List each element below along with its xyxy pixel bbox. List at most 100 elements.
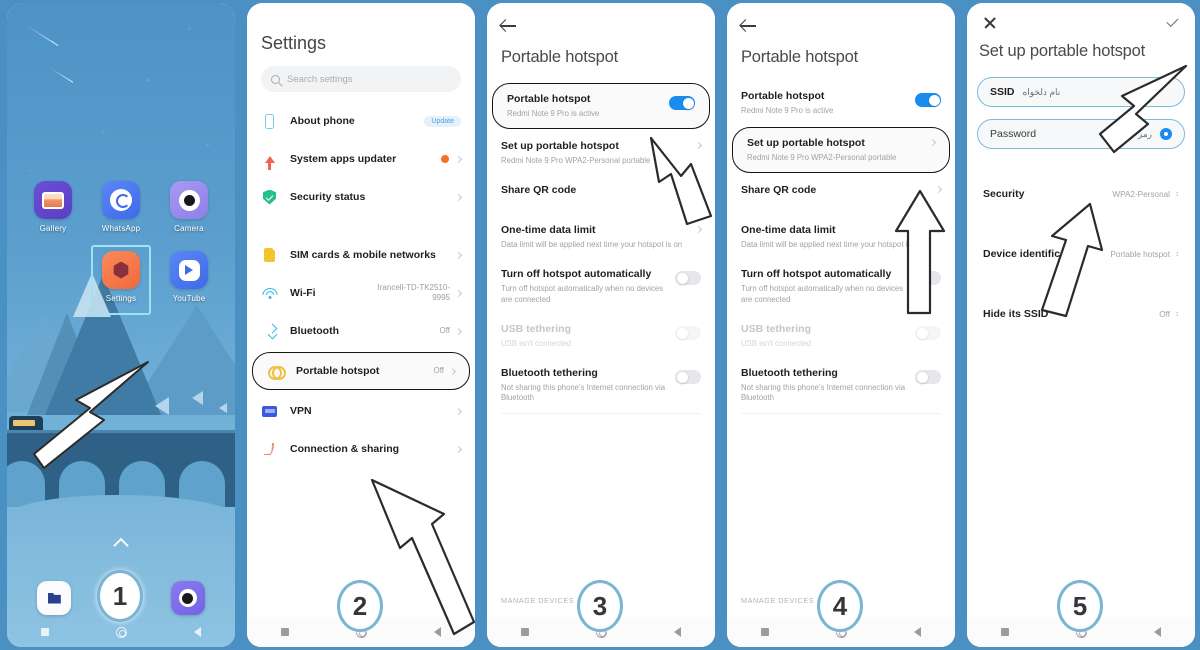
back-icon[interactable] (434, 627, 442, 637)
sidebar-item-wifi[interactable]: Wi-Fi Irancell-TD-TK2510-9995 (247, 274, 475, 312)
device-identification-label: Device identification (983, 248, 1086, 260)
chevron-right-icon (454, 407, 463, 415)
row-hide-its-ssid[interactable]: Hide its SSID Off ↕ (967, 291, 1195, 337)
recents-icon[interactable] (1000, 628, 1009, 636)
back-arrow-icon[interactable] (501, 17, 518, 34)
sidebar-item-portable-hotspot[interactable]: Portable hotspot Off (252, 352, 470, 390)
settings-item-label: Portable hotspot (296, 365, 380, 377)
bluetooth-tethering-toggle[interactable] (675, 370, 701, 385)
security-label: Security (983, 188, 1025, 200)
settings-icon (102, 251, 140, 289)
stepper-icon[interactable]: ↕ (1175, 310, 1179, 318)
ssid-value: نام دلخواه (1022, 86, 1061, 97)
row-security[interactable]: Security WPA2-Personal ↕ (967, 171, 1195, 217)
bird-icon (192, 391, 203, 405)
status-badge: Update (424, 115, 461, 127)
back-icon[interactable] (194, 627, 202, 637)
row-share-qr-code[interactable]: Share QR code (727, 175, 955, 215)
row-subtitle: Redmi Note 9 Pro is active (507, 108, 600, 118)
row-turn-off-hotspot-automatically[interactable]: Turn off hotspot automatically Turn off … (727, 259, 955, 314)
back-icon[interactable] (1154, 627, 1162, 637)
app-icon-settings[interactable]: Settings (87, 251, 155, 303)
row-one-time-data-limit[interactable]: One-time data limit Data limit will be a… (487, 215, 715, 259)
hotspot-toggle[interactable] (915, 93, 941, 107)
home-icon[interactable] (115, 626, 127, 638)
settings-item-label: Bluetooth (290, 325, 339, 337)
row-subtitle: Turn off hotspot automatically when no d… (741, 284, 904, 304)
row-set-up-portable-hotspot[interactable]: Set up portable hotspot Redmi Note 9 Pro… (487, 131, 715, 175)
ssid-label: SSID (990, 86, 1015, 98)
settings-item-value: Off (439, 326, 450, 335)
settings-item-value: Irancell-TD-TK2510-9995 (377, 283, 450, 302)
stepper-icon[interactable]: ↕ (1175, 250, 1179, 258)
back-icon[interactable] (674, 627, 682, 637)
auto-off-toggle[interactable] (675, 271, 701, 286)
step-badge: 1 (97, 570, 143, 622)
usb-tethering-toggle (675, 326, 701, 341)
row-title: Share QR code (501, 184, 577, 197)
row-set-up-portable-hotspot[interactable]: Set up portable hotspot Redmi Note 9 Pro… (732, 127, 950, 174)
page-title: Settings (261, 33, 327, 53)
recents-icon[interactable] (760, 628, 769, 636)
app-icon-whatsapp[interactable]: WhatsApp (87, 181, 155, 233)
password-field[interactable]: Password رمز عبور (977, 119, 1185, 149)
settings-page: Settings Search settings About phone Upd… (247, 3, 475, 647)
close-icon[interactable] (983, 16, 997, 30)
recents-icon[interactable] (40, 628, 49, 636)
sidebar-item-about-phone[interactable]: About phone Update (247, 102, 475, 140)
files-icon[interactable] (37, 581, 72, 615)
row-bluetooth-tethering[interactable]: Bluetooth tethering Not sharing this pho… (487, 358, 715, 413)
auto-off-toggle[interactable] (915, 271, 941, 286)
recents-icon[interactable] (280, 628, 289, 636)
app-icon-gallery[interactable]: Gallery (19, 181, 87, 233)
sidebar-item-sim-cards[interactable]: SIM cards & mobile networks (247, 236, 475, 274)
row-bluetooth-tethering[interactable]: Bluetooth tethering Not sharing this pho… (727, 358, 955, 413)
app-icon-camera[interactable]: Camera (155, 181, 223, 233)
app-label: Settings (105, 294, 137, 303)
gallery-icon (34, 181, 72, 219)
settings-item-label: Connection & sharing (290, 443, 400, 455)
manage-devices-label[interactable]: MANAGE DEVICES (741, 596, 814, 605)
panel-settings-list: Settings Search settings About phone Upd… (240, 0, 480, 650)
search-input[interactable]: Search settings (261, 66, 461, 92)
step-badge: 3 (577, 580, 623, 632)
eye-icon[interactable] (1160, 128, 1172, 140)
recents-icon[interactable] (520, 628, 529, 636)
back-arrow-icon[interactable] (741, 17, 758, 34)
chevron-right-icon (694, 142, 703, 150)
settings-item-label: System apps updater (290, 153, 397, 165)
sidebar-item-bluetooth[interactable]: Bluetooth Off (247, 312, 475, 350)
camera-dock-icon[interactable] (170, 581, 205, 615)
row-turn-off-hotspot-automatically[interactable]: Turn off hotspot automatically Turn off … (487, 259, 715, 314)
chevron-right-icon (448, 367, 457, 375)
manage-devices-label[interactable]: MANAGE DEVICES (501, 596, 574, 605)
hotspot-toggle[interactable] (669, 96, 695, 110)
back-icon[interactable] (914, 627, 922, 637)
settings-item-label: VPN (290, 405, 312, 417)
device-identification-value: Portable hotspot (1110, 249, 1170, 259)
usb-tethering-toggle (915, 326, 941, 341)
sidebar-item-security-status[interactable]: Security status (247, 178, 475, 216)
up-arrow-icon (261, 151, 278, 170)
app-label: WhatsApp (101, 224, 141, 233)
row-portable-hotspot[interactable]: Portable hotspot Redmi Note 9 Pro is act… (492, 83, 710, 130)
row-portable-hotspot[interactable]: Portable hotspot Redmi Note 9 Pro is act… (727, 81, 955, 125)
shooting-star-icon (50, 68, 74, 83)
settings-item-label: Wi-Fi (290, 287, 316, 299)
train-decoration (9, 416, 43, 430)
search-icon (271, 74, 280, 84)
vpn-icon (261, 403, 278, 420)
ssid-field[interactable]: SSID نام دلخواه (977, 77, 1185, 107)
bluetooth-tethering-toggle[interactable] (915, 370, 941, 385)
list-group-divider (247, 216, 475, 236)
sidebar-item-connection-sharing[interactable]: Connection & sharing (247, 430, 475, 468)
sim-card-icon (261, 247, 278, 264)
row-share-qr-code[interactable]: Share QR code (487, 175, 715, 215)
check-icon[interactable] (1165, 16, 1179, 30)
app-icon-youtube[interactable]: YouTube (155, 251, 223, 303)
sidebar-item-vpn[interactable]: VPN (247, 392, 475, 430)
row-device-identification[interactable]: Device identification Portable hotspot ↕ (967, 231, 1195, 277)
stepper-icon[interactable]: ↕ (1175, 190, 1179, 198)
sidebar-item-system-apps-updater[interactable]: System apps updater (247, 140, 475, 178)
row-one-time-data-limit[interactable]: One-time data limit Data limit will be a… (727, 215, 955, 259)
